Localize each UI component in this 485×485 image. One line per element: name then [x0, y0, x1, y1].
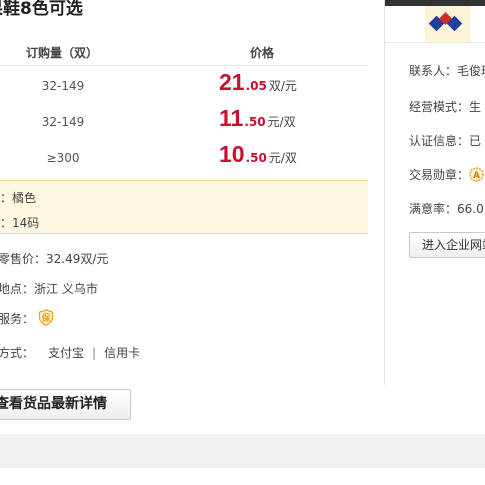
price-table: 订购量（双） 价格 32-149 21.05 双/元 32-149 11.50 元/… [0, 36, 368, 174]
payment-label: 方式： [0, 346, 35, 360]
quantity-range: 32-149 [41, 115, 85, 129]
price-integer: 21 [219, 69, 245, 95]
tier-price: 21.05 双/元 [219, 69, 297, 96]
guarantee-badge-icon[interactable]: 保 [38, 309, 54, 326]
tier-price: 11.50 元/双 [219, 105, 296, 132]
enter-company-site-button[interactable]: 进入企业网站 [409, 232, 485, 258]
company-satisfaction: 满意率：66.0 [409, 202, 484, 216]
spec-color[interactable]: ：橘色 [0, 189, 36, 206]
service-row: 服务： 保 [0, 309, 54, 327]
price-decimal: .05 [245, 79, 267, 93]
retail-price: 零售价：32.49双/元 [0, 252, 109, 266]
payment-separator: | [92, 346, 97, 360]
service-label: 服务： [0, 312, 35, 326]
payment-alipay: 支付宝 [48, 346, 85, 360]
company-business-mode: 经营模式：生 [409, 100, 482, 114]
price-unit: 元/双 [267, 115, 296, 129]
price-row: 32-149 11.50 元/双 [0, 102, 368, 138]
price-column-header: 价格 [250, 46, 275, 60]
view-latest-details-button[interactable]: 查看货品最新详情 [0, 389, 131, 420]
payment-credit-card: 信用卡 [104, 346, 141, 360]
trade-medal-label: 交易勋章： [409, 168, 470, 182]
medal-a-icon[interactable]: A [469, 167, 484, 182]
quantity-column-header: 订购量（双） [26, 46, 99, 60]
quantity-range: 32-149 [41, 79, 85, 93]
company-card-divider [385, 42, 485, 43]
company-trade-medal: 交易勋章： A [409, 166, 484, 183]
spec-box: ：橘色 ：14码 [0, 180, 368, 234]
svg-text:A: A [473, 171, 480, 181]
company-contact: 联系人：毛俊瑛 [409, 64, 485, 78]
price-decimal: .50 [245, 151, 267, 165]
price-unit: 双/元 [268, 79, 297, 93]
price-integer: 10 [219, 141, 245, 167]
price-unit: 元/双 [268, 151, 297, 165]
company-certification: 认证信息：已 [409, 134, 482, 148]
tier-price: 10.50 元/双 [219, 141, 297, 168]
footer-band [0, 434, 485, 468]
shipping-location: 地点：浙江 义乌市 [0, 282, 98, 296]
company-card: 联系人：毛俊瑛 经营模式：生 认证信息：已 交易勋章： A 满意率：66.0 进入… [384, 0, 485, 385]
product-title: 果鞋8色可选 [0, 0, 83, 19]
diamond-logo-icon [427, 10, 465, 41]
price-row: ≥300 10.50 元/双 [0, 138, 368, 174]
svg-text:保: 保 [41, 312, 52, 324]
price-decimal: .50 [244, 115, 266, 129]
quantity-range: ≥300 [46, 151, 80, 165]
price-table-header: 订购量（双） 价格 [0, 36, 368, 66]
spec-size[interactable]: ：14码 [0, 214, 39, 231]
price-integer: 11 [219, 105, 244, 131]
price-row: 32-149 21.05 双/元 [0, 66, 368, 102]
payment-row: 方式： 支付宝 | 信用卡 [0, 344, 140, 361]
